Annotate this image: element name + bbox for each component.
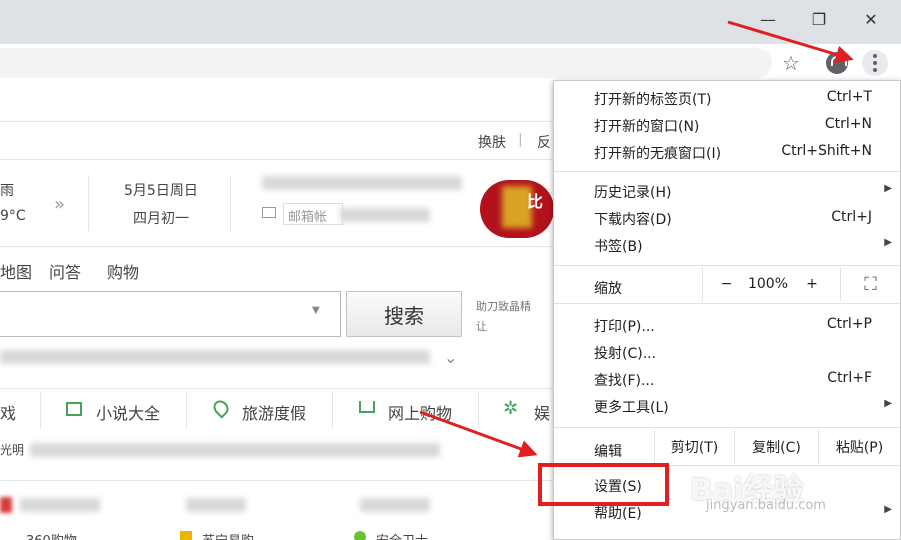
annotation-arrow-menu [727, 20, 854, 64]
watermark-url: jingyan.baidu.com [706, 498, 826, 513]
annotation-arrows [419, 20, 854, 458]
annotation-arrow-settings [419, 410, 538, 458]
